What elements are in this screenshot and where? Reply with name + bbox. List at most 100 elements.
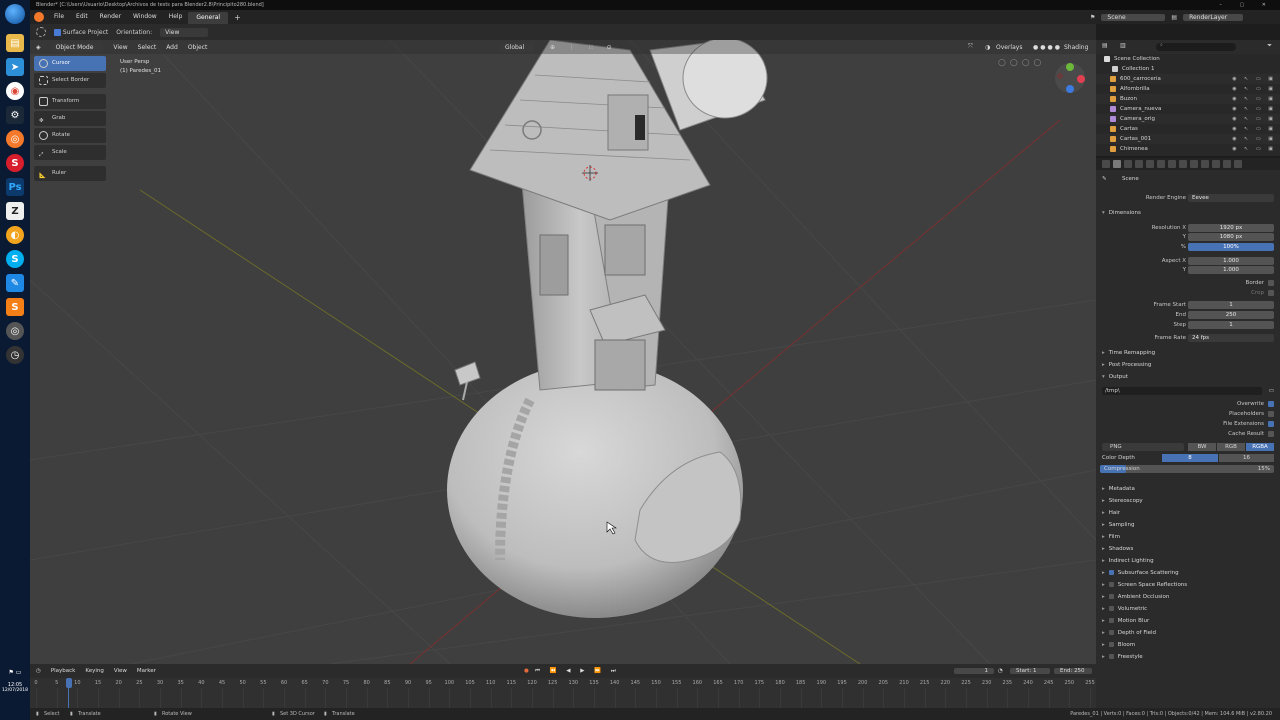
section-freestyle[interactable]: Freestyle: [1102, 652, 1274, 662]
visibility-toggle-icons[interactable]: ◉ ↖ ▭ ▣: [1232, 144, 1276, 154]
section-enable-checkbox[interactable]: [1108, 606, 1114, 611]
aspect-x-field[interactable]: 1.000: [1188, 257, 1274, 265]
current-frame-field[interactable]: 1: [954, 668, 994, 674]
blender-icon[interactable]: ◎: [6, 130, 24, 148]
playback-controls[interactable]: ⏮ ⏪ ◀ ▶ ⏩ ⏭: [535, 668, 620, 675]
placeholders-checkbox[interactable]: [1268, 411, 1274, 417]
section-depth-of-field[interactable]: Depth of Field: [1102, 628, 1274, 638]
outliner-item[interactable]: Cartas_001 ◉ ↖ ▭ ▣: [1096, 134, 1280, 144]
section-enable-checkbox[interactable]: [1108, 618, 1114, 623]
overlays-icon[interactable]: ◑: [985, 44, 990, 51]
record-icon[interactable]: ●: [524, 668, 529, 674]
telegram-icon[interactable]: ➤: [6, 58, 24, 76]
section-stereoscopy[interactable]: Stereoscopy: [1102, 496, 1274, 506]
menu-window[interactable]: Window: [127, 10, 163, 24]
frame-start-field[interactable]: 1: [1188, 301, 1274, 309]
window-controls[interactable]: – ▢ ✕: [1219, 0, 1274, 10]
shading-mode-icons[interactable]: ●●●●: [1033, 44, 1062, 51]
filter-icon[interactable]: ⏷: [1267, 42, 1272, 50]
scene-tab-icon[interactable]: [1135, 160, 1143, 168]
section-time-remapping[interactable]: Time Remapping: [1102, 348, 1274, 358]
outliner-search-input[interactable]: [1156, 43, 1236, 51]
resolution-percent-slider[interactable]: 100%: [1188, 243, 1274, 251]
skype-icon[interactable]: S: [6, 250, 24, 268]
viewport-menu-select[interactable]: Select: [138, 44, 157, 51]
red-app-icon[interactable]: S: [6, 154, 24, 172]
visibility-toggle-icons[interactable]: ◉ ↖ ▭ ▣: [1232, 124, 1276, 134]
tool-cursor[interactable]: Cursor: [34, 56, 106, 71]
folder-icon[interactable]: ▭: [1269, 386, 1274, 396]
constraints-tab-icon[interactable]: [1201, 160, 1209, 168]
section-ambient-occlusion[interactable]: Ambient Occlusion: [1102, 592, 1274, 602]
section-film[interactable]: Film: [1102, 532, 1274, 542]
preview-range-icon[interactable]: ◔: [998, 668, 1003, 674]
frame-rate-dropdown[interactable]: 24 fps: [1188, 334, 1274, 342]
section-enable-checkbox[interactable]: [1108, 654, 1114, 659]
section-hair[interactable]: Hair: [1102, 508, 1274, 518]
gizmo-neg-x-axis[interactable]: [1057, 73, 1063, 79]
view-layer-selector[interactable]: RenderLayer: [1183, 13, 1244, 21]
section-enable-checkbox[interactable]: [1108, 630, 1114, 635]
gizmo-y-axis[interactable]: [1066, 63, 1074, 71]
windows-start-icon[interactable]: [5, 4, 25, 24]
timeline-menu-view[interactable]: View: [114, 668, 127, 674]
file-format-dropdown[interactable]: PNG: [1102, 443, 1184, 451]
outliner-item[interactable]: Chimenea ◉ ↖ ▭ ▣: [1096, 144, 1280, 154]
crop-checkbox[interactable]: [1268, 290, 1274, 296]
border-checkbox[interactable]: [1268, 280, 1274, 286]
aspect-y-field[interactable]: 1.000: [1188, 266, 1274, 274]
blue-app-icon[interactable]: ✎: [6, 274, 24, 292]
visibility-toggle-icons[interactable]: ◉ ↖ ▭ ▣: [1232, 104, 1276, 114]
frame-step-field[interactable]: 1: [1188, 321, 1274, 329]
outliner-editor-icon[interactable]: ▤: [1102, 42, 1108, 49]
section-dimensions[interactable]: Dimensions: [1102, 208, 1274, 218]
visibility-toggle-icons[interactable]: ◉ ↖ ▭ ▣: [1232, 84, 1276, 94]
physics-tab-icon[interactable]: [1190, 160, 1198, 168]
modifiers-tab-icon[interactable]: [1168, 160, 1176, 168]
viewport-menu-view[interactable]: View: [113, 44, 127, 51]
display-mode-icon[interactable]: ▥: [1120, 42, 1126, 49]
tool-rotate[interactable]: Rotate: [34, 128, 106, 143]
outliner-item[interactable]: Cartas ◉ ↖ ▭ ▣: [1096, 124, 1280, 134]
outliner-item[interactable]: Camera_orig ◉ ↖ ▭ ▣: [1096, 114, 1280, 124]
color-depth-8-button[interactable]: 8: [1162, 454, 1218, 462]
menu-help[interactable]: Help: [163, 10, 189, 24]
render-engine-dropdown[interactable]: Eevee: [1188, 194, 1274, 202]
outliner-item[interactable]: Camera_nueva ◉ ↖ ▭ ▣: [1096, 104, 1280, 114]
outliner-scene-collection[interactable]: Scene Collection: [1096, 54, 1280, 64]
shading-dropdown[interactable]: Shading: [1064, 44, 1088, 51]
section-indirect-lighting[interactable]: Indirect Lighting: [1102, 556, 1274, 566]
resolution-y-field[interactable]: 1080 px: [1188, 233, 1274, 241]
orientation-dropdown[interactable]: View: [160, 27, 209, 37]
world-tab-icon[interactable]: [1146, 160, 1154, 168]
timeline-menu-marker[interactable]: Marker: [137, 668, 156, 674]
scene-selector[interactable]: Scene: [1101, 13, 1166, 21]
outliner-item[interactable]: Buzon ◉ ↖ ▭ ▣: [1096, 94, 1280, 104]
timeline[interactable]: 0 5 10 15 20 25 30 35 40 45 50 55 60 65 70 75 80 85 90 95 10…: [30, 678, 1096, 708]
menu-file[interactable]: File: [48, 10, 70, 24]
playhead[interactable]: [66, 678, 72, 688]
outliner-item[interactable]: 600_carroceria ◉ ↖ ▭ ▣: [1096, 74, 1280, 84]
output-path-input[interactable]: /tmp\: [1102, 387, 1262, 395]
viewport-menu-object[interactable]: Object: [188, 44, 208, 51]
section-post-processing[interactable]: Post Processing: [1102, 360, 1274, 370]
gizmo-z-axis[interactable]: [1066, 85, 1074, 93]
tool-tab-icon[interactable]: [1102, 160, 1110, 168]
overlays-dropdown[interactable]: Overlays: [996, 44, 1022, 51]
zbrush-icon[interactable]: Z: [6, 202, 24, 220]
menu-edit[interactable]: Edit: [70, 10, 94, 24]
outliner-item[interactable]: Alfombrilla ◉ ↖ ▭ ▣: [1096, 84, 1280, 94]
frame-end-field[interactable]: 250: [1188, 311, 1274, 319]
add-workspace-icon[interactable]: +: [234, 13, 241, 22]
timeline-menu-playback[interactable]: Playback: [51, 668, 76, 674]
tool-grab[interactable]: ✥ Grab: [34, 111, 106, 126]
section-shadows[interactable]: Shadows: [1102, 544, 1274, 554]
navigation-buttons[interactable]: ○○○○: [998, 58, 1045, 68]
section-output[interactable]: Output: [1102, 372, 1274, 382]
tray-icons[interactable]: ⚑ ▭: [0, 664, 30, 682]
3d-viewport[interactable]: ◈ Object Mode View Select Add Object Glo…: [30, 40, 1096, 664]
view-layer-tab-icon[interactable]: [1124, 160, 1132, 168]
section-enable-checkbox[interactable]: [1108, 642, 1114, 647]
cache-result-checkbox[interactable]: [1268, 431, 1274, 437]
color-depth-16-button[interactable]: 16: [1219, 454, 1274, 462]
